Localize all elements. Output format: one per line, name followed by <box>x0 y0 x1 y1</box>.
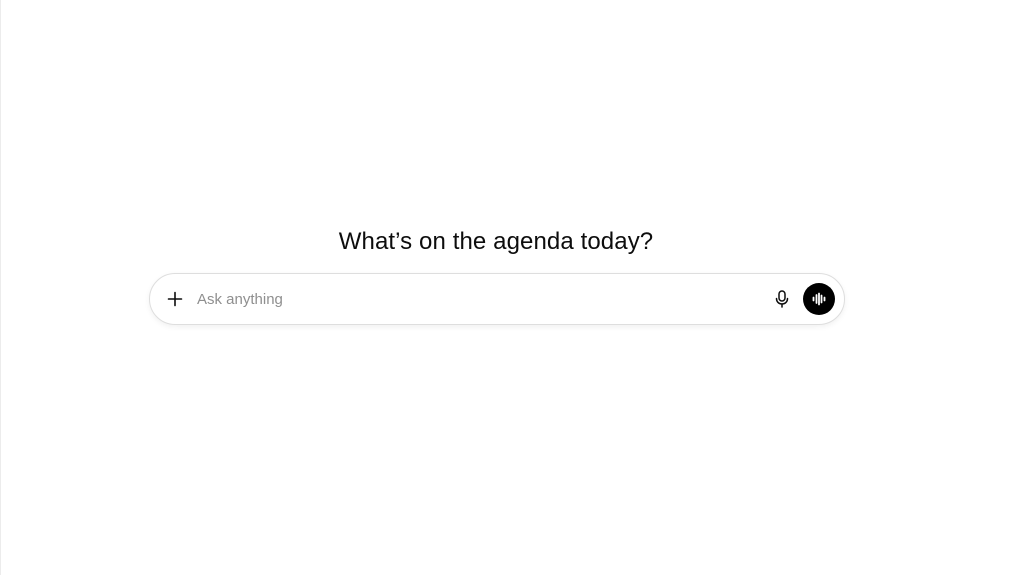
voice-mode-button[interactable] <box>803 283 835 315</box>
voice-waveform-icon <box>812 292 826 306</box>
app-page: What’s on the agenda today? <box>0 0 1024 575</box>
dictate-button[interactable] <box>770 287 794 311</box>
plus-icon <box>167 291 183 307</box>
add-attachment-button[interactable] <box>162 286 188 312</box>
prompt-composer <box>149 273 845 325</box>
prompt-input[interactable] <box>197 287 757 311</box>
page-title: What’s on the agenda today? <box>338 228 654 256</box>
microphone-icon <box>775 290 789 308</box>
